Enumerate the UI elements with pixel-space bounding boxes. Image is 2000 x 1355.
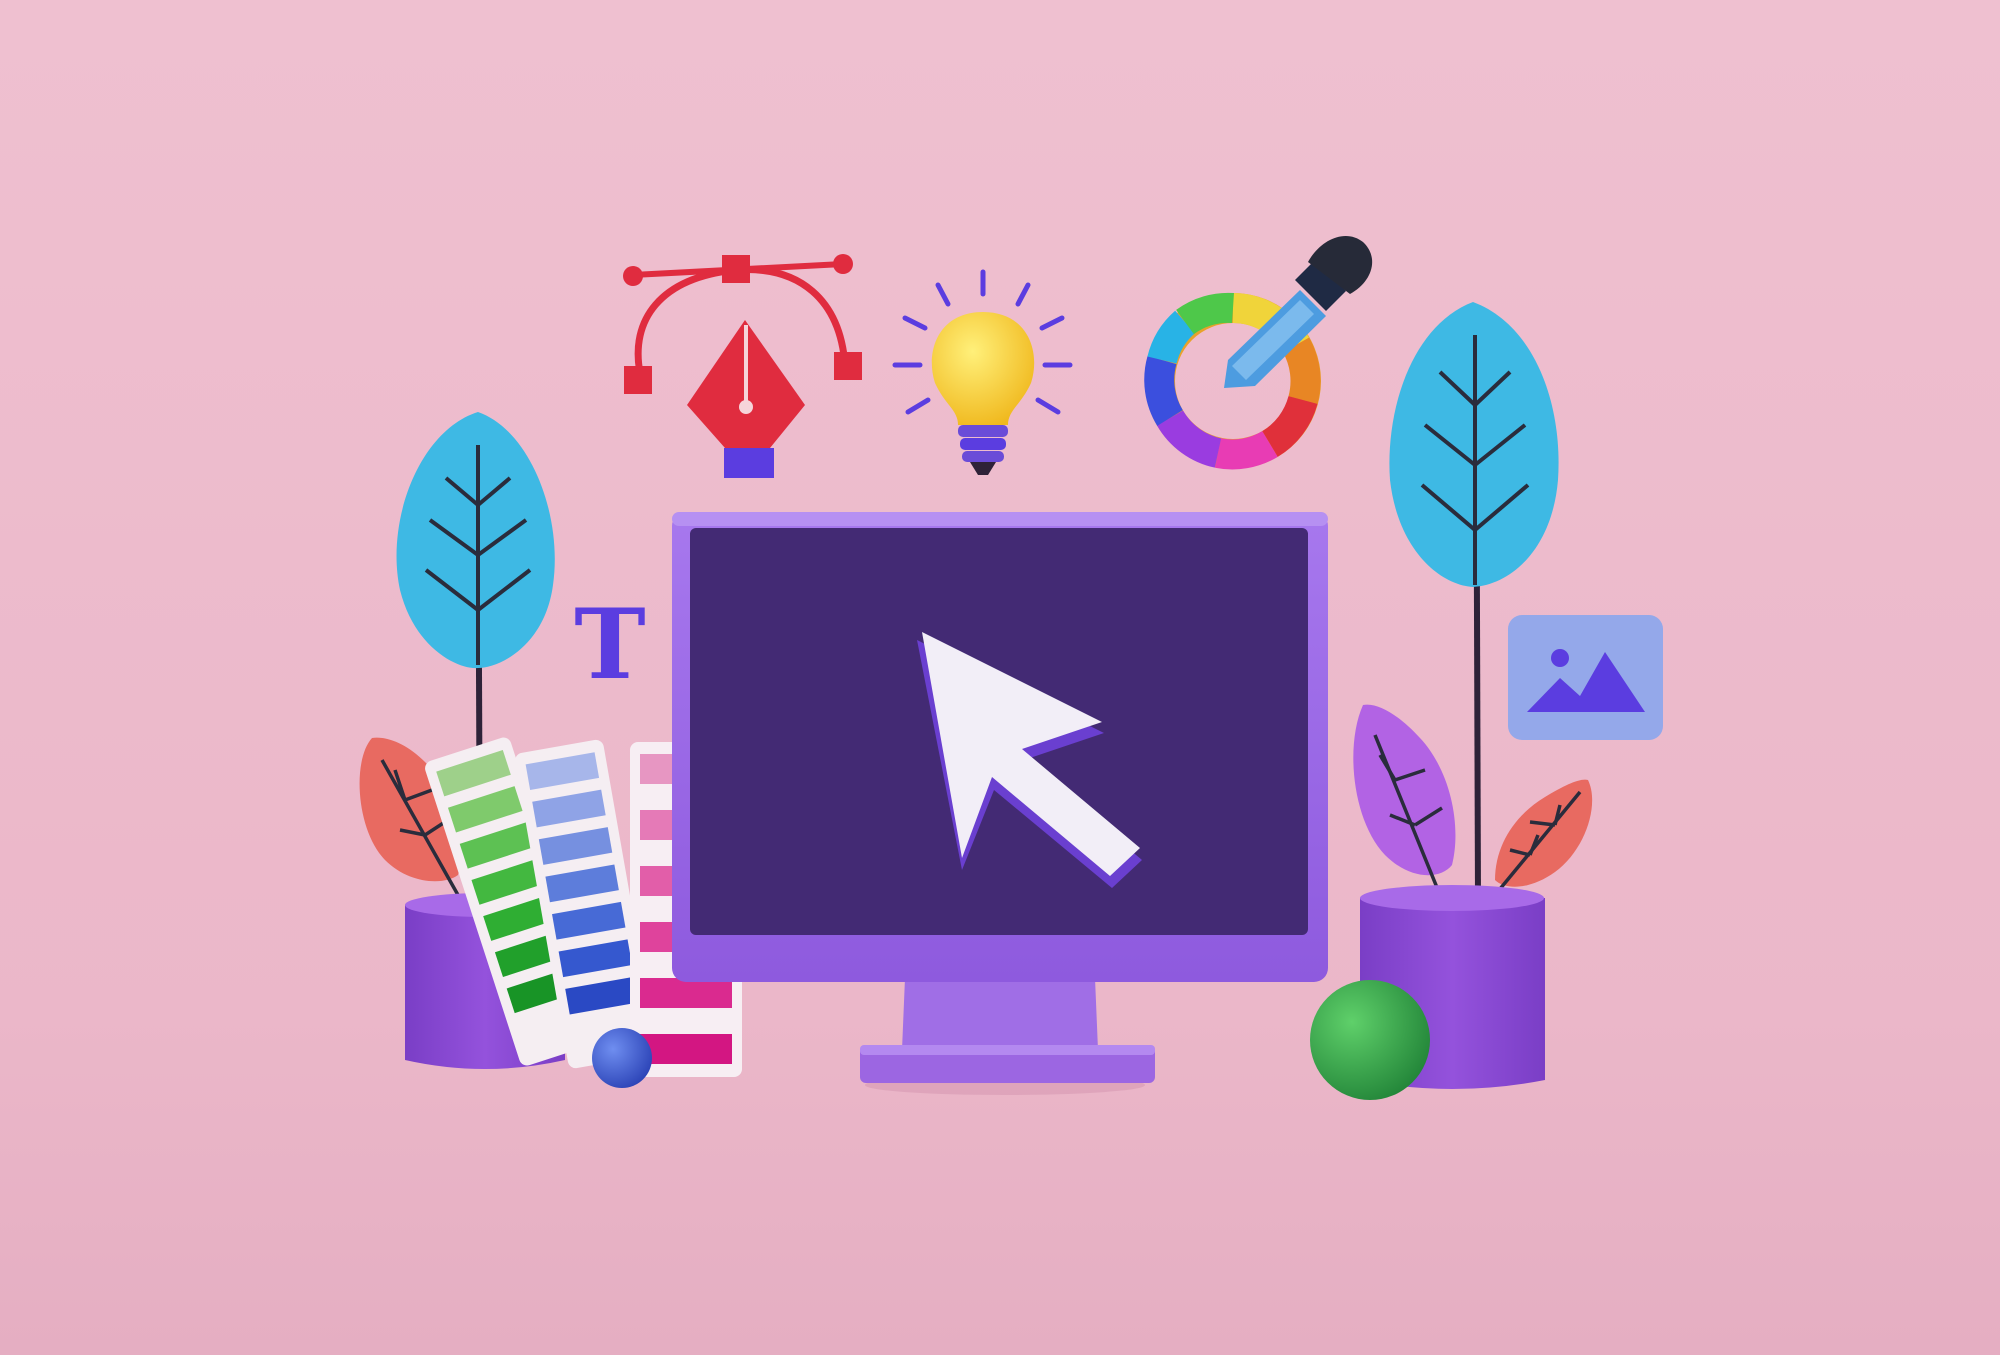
- green-ball: [1310, 980, 1430, 1100]
- image-icon: [1508, 615, 1663, 740]
- text-tool-icon: T: [574, 588, 645, 701]
- monitor-stand-neck: [902, 978, 1098, 1050]
- design-illustration-scene: T: [0, 0, 2000, 1355]
- blue-ball: [592, 1028, 652, 1088]
- text-tool-letter: T: [574, 588, 645, 701]
